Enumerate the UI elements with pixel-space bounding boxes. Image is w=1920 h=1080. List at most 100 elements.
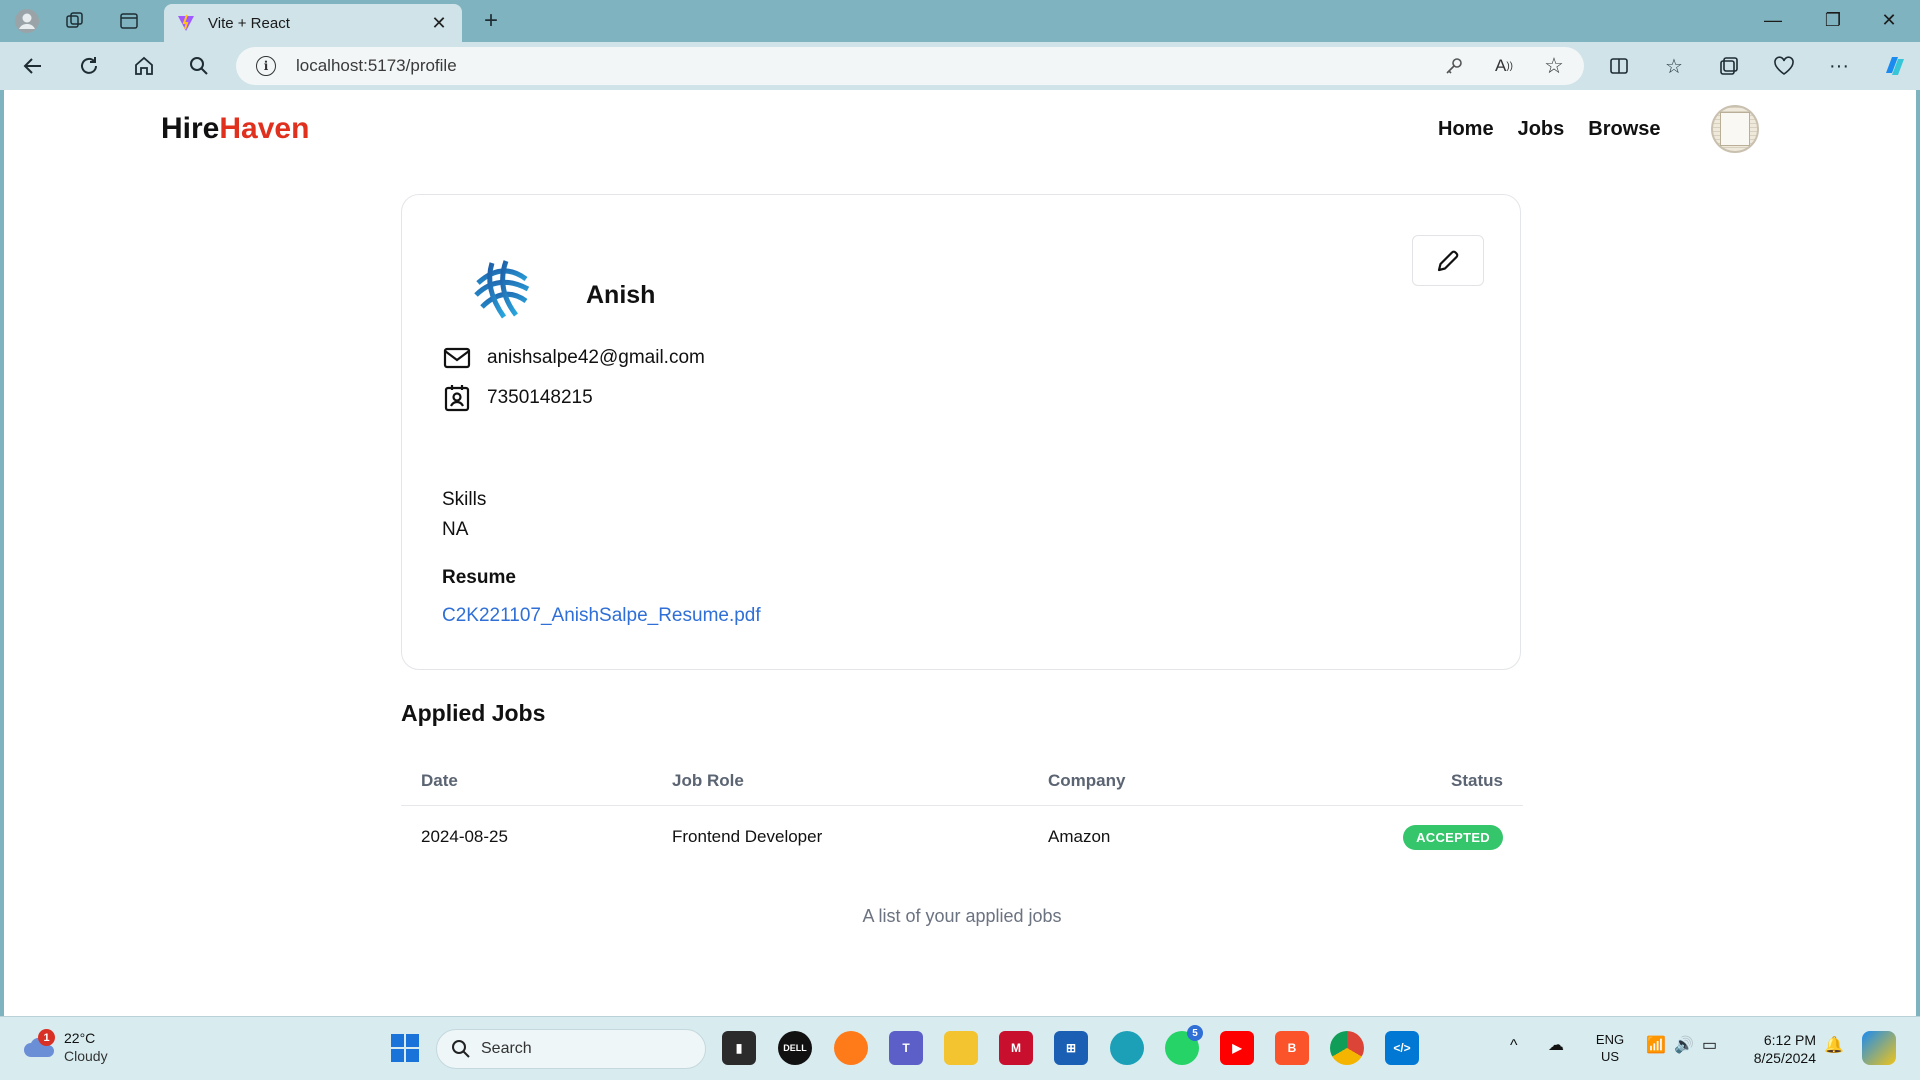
table-row: 2024-08-25 Frontend Developer Amazon ACC…	[401, 806, 1523, 868]
profile-icon[interactable]	[12, 6, 42, 36]
wifi-icon[interactable]: 📶	[1646, 1037, 1666, 1054]
header-date: Date	[421, 770, 458, 790]
profile-email: anishsalpe42@gmail.com	[487, 347, 705, 368]
clock-time: 6:12 PM	[1763, 1032, 1816, 1048]
copilot-taskbar-icon[interactable]	[1862, 1031, 1896, 1065]
user-avatar[interactable]	[1711, 105, 1759, 153]
refresh-icon[interactable]	[76, 53, 102, 79]
file-explorer-icon[interactable]	[944, 1031, 978, 1065]
home-icon[interactable]	[131, 53, 157, 79]
favorite-star-icon[interactable]: ☆	[1542, 53, 1566, 78]
address-url[interactable]: localhost:5173/profile	[296, 56, 457, 76]
lang-bottom: US	[1600, 1049, 1620, 1064]
nav-links: Home Jobs Browse	[1438, 118, 1661, 141]
favorites-icon[interactable]: ☆	[1662, 54, 1686, 78]
table-header-row: Date Job Role Company Status	[401, 756, 1523, 806]
search-icon[interactable]	[186, 53, 212, 79]
cell-job-role: Frontend Developer	[672, 827, 823, 846]
language-indicator[interactable]: ENG US	[1592, 1031, 1628, 1065]
brave-icon[interactable]: B	[1275, 1031, 1309, 1065]
table-caption: A list of your applied jobs	[862, 906, 1062, 926]
cell-status: ACCEPTED	[1403, 806, 1503, 868]
password-key-icon[interactable]	[1442, 54, 1466, 78]
youtube-icon[interactable]: ▶	[1220, 1031, 1254, 1065]
onedrive-icon[interactable]: ☁	[1548, 1037, 1564, 1054]
volume-icon[interactable]: 🔊	[1674, 1037, 1694, 1054]
header-job-role: Job Role	[672, 770, 744, 790]
header-status: Status	[1451, 770, 1503, 790]
battery-icon[interactable]: ▭	[1702, 1037, 1717, 1054]
phone-row: 7350148215	[442, 383, 593, 413]
new-tab-icon[interactable]: +	[478, 7, 504, 34]
mail-icon	[442, 343, 472, 373]
active-tab[interactable]: Vite + React ✕	[164, 4, 462, 42]
vscode-icon[interactable]: </>	[1385, 1031, 1419, 1065]
profile-card: Anish anishsalpe42@gmail.com 7350148215 …	[401, 194, 1521, 670]
browser-toolbar: i localhost:5173/profile A)) ☆ ☆ ···	[0, 42, 1920, 90]
weather-temp: 22°C	[64, 1030, 96, 1046]
back-icon[interactable]	[20, 53, 46, 79]
status-badge: ACCEPTED	[1403, 824, 1503, 850]
copilot-icon[interactable]	[1880, 52, 1910, 80]
browser-tab-bar: Vite + React ✕ + — ❐ ✕	[0, 0, 1920, 42]
header-company: Company	[1048, 770, 1126, 790]
windows-taskbar: 1 22°C Cloudy Search ▮ DELL T M ⊞ 5 ▶ B …	[0, 1016, 1920, 1080]
taskbar-search[interactable]: Search	[436, 1029, 706, 1069]
page-viewport: HireHaven Home Jobs Browse Anish anishsa…	[4, 90, 1916, 1016]
applied-jobs-table: Date Job Role Company Status 2024-08-25 …	[401, 756, 1523, 868]
applied-jobs-title: Applied Jobs	[401, 700, 546, 726]
weather-widget[interactable]: 1 22°C Cloudy	[22, 1029, 108, 1065]
more-menu-icon[interactable]: ···	[1827, 54, 1851, 78]
nav-jobs[interactable]: Jobs	[1518, 118, 1565, 141]
skills-value: NA	[442, 519, 469, 540]
resume-label: Resume	[442, 567, 516, 588]
cloud-icon: 1	[22, 1029, 58, 1061]
vite-favicon-icon	[178, 14, 194, 31]
taskbar-clock[interactable]: 6:12 PM 8/25/2024	[1730, 1031, 1816, 1067]
profile-photo	[470, 257, 534, 321]
address-bar[interactable]: i localhost:5173/profile	[236, 47, 1584, 85]
clock-date: 8/25/2024	[1753, 1050, 1816, 1066]
tab-actions-icon[interactable]	[116, 8, 142, 34]
browser-essentials-icon[interactable]	[1772, 54, 1796, 78]
profile-name: Anish	[586, 281, 656, 309]
whatsapp-icon[interactable]: 5	[1165, 1025, 1203, 1065]
edge-icon[interactable]	[1110, 1031, 1144, 1065]
nav-browse[interactable]: Browse	[1588, 118, 1660, 141]
email-row: anishsalpe42@gmail.com	[442, 343, 705, 373]
workspaces-icon[interactable]	[62, 8, 88, 34]
split-screen-icon[interactable]	[1607, 54, 1631, 78]
taskbar-search-placeholder: Search	[481, 1040, 532, 1057]
cell-company: Amazon	[1048, 827, 1111, 846]
avatar-image	[1720, 112, 1750, 146]
close-window-icon[interactable]: ✕	[1866, 10, 1912, 31]
notification-bell-icon[interactable]: 🔔	[1824, 1037, 1844, 1054]
minimize-icon[interactable]: —	[1750, 10, 1796, 31]
restore-icon[interactable]: ❐	[1810, 10, 1856, 31]
logo-part-hire: Hire	[161, 112, 220, 145]
chrome-icon[interactable]	[1330, 1031, 1364, 1065]
site-info-icon[interactable]: i	[256, 56, 276, 76]
cell-date: 2024-08-25	[421, 827, 508, 846]
weather-condition: Cloudy	[64, 1048, 108, 1064]
windows-start-icon[interactable]	[388, 1031, 422, 1065]
read-aloud-icon[interactable]: A))	[1492, 54, 1516, 78]
teams-icon[interactable]: T	[889, 1031, 923, 1065]
nav-home[interactable]: Home	[1438, 118, 1494, 141]
taskbar-search-icon	[452, 1040, 470, 1058]
edit-profile-button[interactable]	[1412, 235, 1484, 286]
tab-close-icon[interactable]: ✕	[428, 13, 450, 34]
mcafee-icon[interactable]: M	[999, 1031, 1033, 1065]
site-logo[interactable]: HireHaven	[161, 112, 309, 146]
skills-label: Skills	[442, 489, 487, 510]
collections-icon[interactable]	[1717, 54, 1741, 78]
pencil-icon	[1437, 250, 1459, 271]
whatsapp-badge: 5	[1187, 1025, 1203, 1041]
resume-link[interactable]: C2K221107_AnishSalpe_Resume.pdf	[442, 605, 761, 627]
firefox-icon[interactable]	[834, 1031, 868, 1065]
dell-icon[interactable]: DELL	[778, 1031, 812, 1065]
task-view-icon[interactable]: ▮	[722, 1031, 756, 1065]
tray-overflow-icon[interactable]: ^	[1510, 1037, 1518, 1054]
store-icon[interactable]: ⊞	[1054, 1031, 1088, 1065]
logo-part-haven: Haven	[219, 112, 310, 145]
